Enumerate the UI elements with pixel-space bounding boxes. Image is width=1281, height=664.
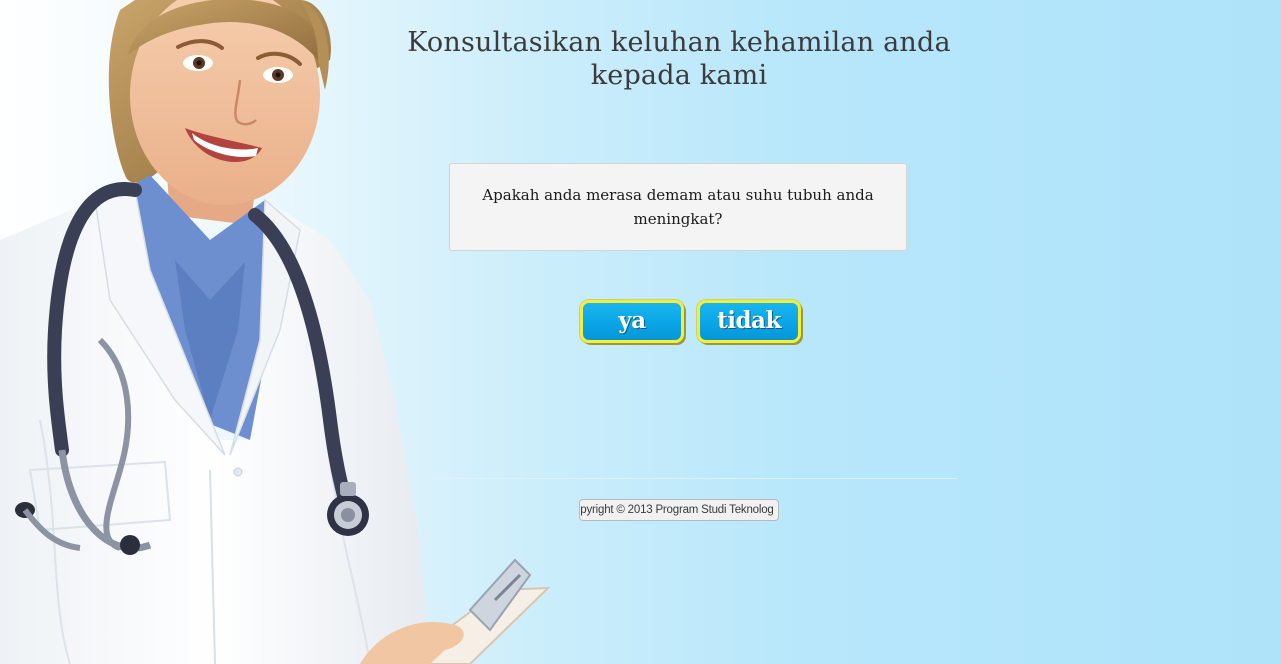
page-title: Konsultasikan keluhan kehamilan anda kep… [407,27,951,91]
question-text: Apakah anda merasa demam atau suhu tubuh… [482,186,874,228]
yes-button[interactable]: ya [580,300,684,343]
question-box: Apakah anda merasa demam atau suhu tubuh… [449,163,907,251]
copyright-marquee: Copyright © 2013 Program Studi Teknolog [579,499,779,521]
no-button[interactable]: tidak [697,300,801,343]
copyright-text: Copyright © 2013 Program Studi Teknolog [579,504,774,516]
footer-divider [400,478,957,479]
doctor-illustration [0,0,551,664]
